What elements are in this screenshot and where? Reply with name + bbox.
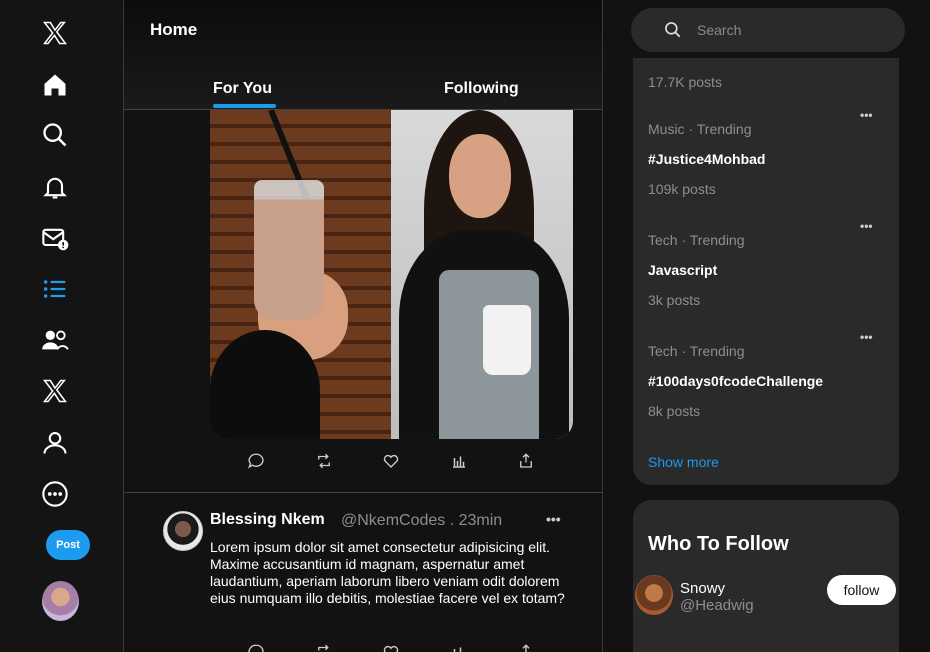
trend-topic: Javascript — [648, 262, 718, 278]
suggested-user-avatar[interactable] — [635, 575, 673, 615]
search-icon[interactable] — [40, 120, 70, 150]
post-media-image[interactable] — [210, 110, 573, 439]
like-heart-icon[interactable] — [381, 642, 401, 652]
trends-panel: 17.7K posts ••• Music · Trending #Justic… — [633, 58, 899, 485]
trend-item[interactable]: Music · Trending #Justice4Mohbad 109k po… — [648, 121, 888, 197]
trend-item[interactable]: Tech · Trending Javascript 3k posts — [648, 232, 888, 308]
show-more-link[interactable]: Show more — [648, 454, 719, 470]
trend-topic: #Justice4Mohbad — [648, 151, 766, 167]
analytics-icon[interactable] — [449, 642, 469, 652]
trend-more-options-icon[interactable]: ••• — [860, 108, 873, 122]
author-avatar[interactable] — [163, 511, 203, 551]
tab-following[interactable]: Following — [444, 80, 519, 98]
tweet-text: Lorem ipsum dolor sit amet consectetur a… — [210, 539, 565, 606]
suggested-user-handle[interactable]: @Headwig — [680, 597, 754, 614]
trend-post-count: 3k posts — [648, 292, 701, 308]
premium-x-icon[interactable] — [40, 376, 70, 406]
trend-category: Tech · Trending — [648, 343, 745, 359]
trend-topic: #100days0fcodeChallenge — [648, 373, 824, 389]
trend-more-options-icon[interactable]: ••• — [860, 219, 873, 233]
timeline: Home For You Following Blessing Nkem @Nk… — [123, 0, 603, 652]
iced-coffee-photo — [210, 110, 391, 439]
like-heart-icon[interactable] — [381, 451, 401, 471]
communities-icon[interactable] — [40, 325, 70, 355]
active-tab-indicator — [213, 104, 276, 108]
follow-button[interactable]: follow — [827, 575, 896, 605]
account-avatar[interactable] — [42, 581, 79, 621]
share-icon[interactable] — [516, 642, 536, 652]
repost-icon[interactable] — [314, 642, 334, 652]
search-icon — [665, 22, 681, 38]
notifications-bell-icon[interactable] — [40, 172, 70, 202]
messages-envelope-icon[interactable] — [40, 223, 70, 253]
post-divider — [124, 492, 602, 493]
tweet-more-options-icon[interactable]: ••• — [546, 511, 561, 527]
trend-more-options-icon[interactable]: ••• — [860, 330, 873, 344]
home-icon[interactable] — [40, 70, 70, 100]
suggested-user-name[interactable]: Snowy — [680, 580, 725, 597]
trend-item[interactable]: Tech · Trending #100days0fcodeChallenge … — [648, 343, 888, 419]
lists-icon[interactable] — [40, 274, 70, 304]
tab-for-you[interactable]: For You — [213, 80, 272, 98]
author-handle-time[interactable]: @NkemCodes . 23min — [341, 512, 502, 530]
search-input[interactable] — [697, 20, 887, 40]
trend-post-count: 8k posts — [648, 403, 701, 419]
repost-icon[interactable] — [314, 451, 334, 471]
profile-icon[interactable] — [40, 428, 70, 458]
analytics-icon[interactable] — [449, 451, 469, 471]
reply-icon[interactable] — [246, 451, 266, 471]
barista-photo — [391, 110, 573, 439]
page-title: Home — [150, 20, 198, 39]
more-options-icon[interactable] — [40, 479, 70, 509]
x-logo-icon[interactable] — [40, 18, 70, 48]
trend-category: Tech · Trending — [648, 232, 745, 248]
trend-category: Music · Trending — [648, 121, 752, 137]
who-to-follow-title: Who To Follow — [648, 533, 789, 555]
timeline-header: Home For You Following — [124, 0, 602, 110]
post-button[interactable]: Post — [46, 530, 90, 560]
post-actions — [246, 451, 536, 471]
trend-post-count: 17.7K posts — [648, 74, 722, 90]
left-sidebar: Post — [0, 0, 123, 652]
who-to-follow-panel: Who To Follow Snowy @Headwig follow — [633, 500, 899, 652]
reply-icon[interactable] — [246, 642, 266, 652]
search-bar[interactable] — [631, 8, 905, 52]
trend-post-count: 109k posts — [648, 181, 716, 197]
post-actions-2 — [246, 642, 536, 652]
author-name[interactable]: Blessing Nkem — [210, 511, 325, 529]
share-icon[interactable] — [516, 451, 536, 471]
